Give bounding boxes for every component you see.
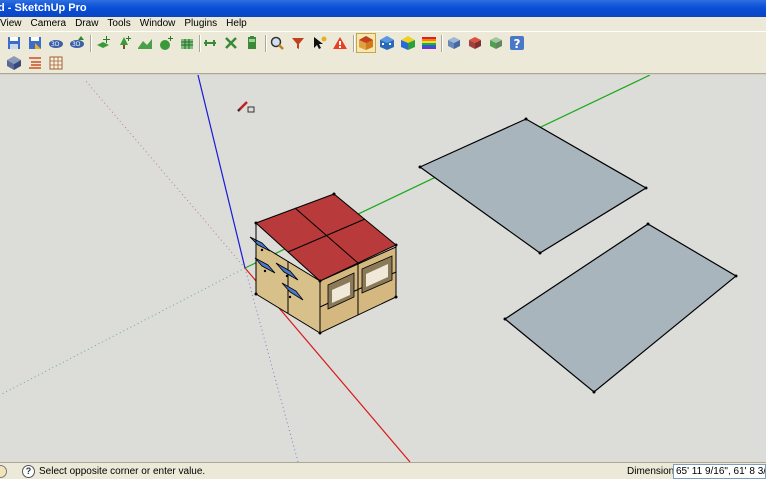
menu-bar: View Camera Draw Tools Window Plugins He… bbox=[0, 17, 766, 31]
save-icon[interactable] bbox=[4, 33, 24, 53]
battery-icon[interactable] bbox=[242, 33, 262, 53]
front-view-icon[interactable] bbox=[486, 33, 506, 53]
select-arrow-icon[interactable] bbox=[309, 33, 329, 53]
toolbar-separator bbox=[90, 35, 92, 52]
help-icon[interactable]: ? bbox=[507, 33, 527, 53]
toolbar-group-file: 3D 3D bbox=[4, 33, 88, 53]
model-3d-upload-icon[interactable]: 3D bbox=[67, 33, 87, 53]
grid-component-icon[interactable] bbox=[177, 33, 197, 53]
model-3d-icon[interactable]: 3D bbox=[46, 33, 66, 53]
sketchup-window: d - SketchUp Pro View Camera Draw Tools … bbox=[0, 0, 766, 479]
status-message: Select opposite corner or enter value. bbox=[39, 466, 206, 477]
toolbar-group-styles bbox=[356, 33, 440, 53]
component-add-icon[interactable] bbox=[93, 33, 113, 53]
toolbar-group-components bbox=[93, 33, 198, 53]
status-bar: ? Select opposite corner or enter value.… bbox=[0, 462, 766, 479]
scene-canvas[interactable] bbox=[0, 75, 766, 462]
red-axis-negative bbox=[84, 79, 246, 269]
menu-draw[interactable]: Draw bbox=[72, 17, 101, 31]
measure-icon[interactable] bbox=[200, 33, 220, 53]
rectangle-pencil-cursor-icon bbox=[237, 101, 255, 113]
outliner-icon[interactable] bbox=[25, 53, 45, 73]
svg-text:3D: 3D bbox=[72, 41, 81, 48]
cube-icon[interactable] bbox=[4, 53, 24, 73]
menu-window[interactable]: Window bbox=[137, 17, 179, 31]
toolbar-group-tools bbox=[200, 33, 263, 53]
toolbar-separator bbox=[353, 35, 355, 52]
toolbar-group-inspect bbox=[267, 33, 351, 53]
warning-icon[interactable] bbox=[330, 33, 350, 53]
menu-tools[interactable]: Tools bbox=[104, 17, 133, 31]
dimensions-label: Dimensions bbox=[627, 466, 680, 477]
building-icon[interactable] bbox=[377, 33, 397, 53]
zoom-icon[interactable] bbox=[267, 33, 287, 53]
iso-view-icon[interactable] bbox=[444, 33, 464, 53]
toolbar-group-windows bbox=[4, 53, 67, 73]
svg-text:?: ? bbox=[514, 37, 521, 51]
menu-view[interactable]: View bbox=[0, 17, 25, 31]
menu-plugins[interactable]: Plugins bbox=[181, 17, 220, 31]
building-model[interactable] bbox=[249, 192, 398, 335]
main-toolbar: 3D 3D ? bbox=[0, 31, 766, 53]
materials-cube-icon[interactable] bbox=[398, 33, 418, 53]
svg-text:3D: 3D bbox=[51, 41, 60, 48]
terrain-add-icon[interactable] bbox=[135, 33, 155, 53]
save-as-template-icon[interactable] bbox=[25, 33, 45, 53]
menu-help[interactable]: Help bbox=[223, 17, 250, 31]
dimensions-input[interactable]: 65' 11 9/16", 61' 8 3/8" bbox=[673, 464, 766, 479]
blue-axis bbox=[197, 75, 246, 269]
component-add-2-icon[interactable] bbox=[156, 33, 176, 53]
top-view-icon[interactable] bbox=[465, 33, 485, 53]
secondary-toolbar bbox=[0, 53, 766, 74]
instructor-help-icon[interactable]: ? bbox=[22, 465, 35, 478]
menu-camera[interactable]: Camera bbox=[28, 17, 70, 31]
geo-location-icon[interactable] bbox=[0, 465, 7, 478]
ground-rectangle-1[interactable] bbox=[418, 118, 648, 254]
toolbar-group-views: ? bbox=[444, 33, 528, 53]
tools-icon[interactable] bbox=[221, 33, 241, 53]
window-title: d - SketchUp Pro bbox=[0, 2, 87, 14]
color-stripes-icon[interactable] bbox=[419, 33, 439, 53]
toolbar-separator bbox=[441, 35, 443, 52]
model-viewport[interactable] bbox=[0, 75, 766, 462]
component-tree-icon[interactable] bbox=[114, 33, 134, 53]
title-bar[interactable]: d - SketchUp Pro bbox=[0, 0, 766, 17]
filter-icon[interactable] bbox=[288, 33, 308, 53]
house-icon[interactable] bbox=[356, 33, 376, 53]
green-axis-negative bbox=[0, 267, 246, 396]
table-icon[interactable] bbox=[46, 53, 66, 73]
